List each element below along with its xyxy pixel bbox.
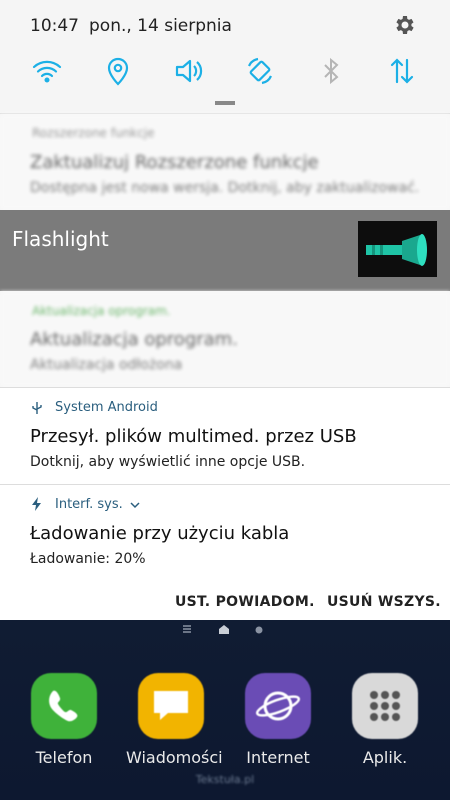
wifi-icon[interactable] xyxy=(30,54,64,88)
messages-app-label: Wiadomości xyxy=(126,748,223,767)
status-bar: 10:47 pon., 14 sierpnia xyxy=(0,0,450,50)
clock: 10:47 xyxy=(30,16,79,36)
phone-app-label: Telefon xyxy=(35,748,93,767)
notification-body: Dostępna jest nowa wersja. Dotknij, aby … xyxy=(30,180,420,196)
location-icon[interactable] xyxy=(101,54,135,88)
quick-settings-row xyxy=(0,48,450,94)
notification-title: Aktualizacja oprogram. xyxy=(30,329,238,350)
notification-actions: UST. POWIADOM. USUŃ WSZYS. xyxy=(0,582,450,620)
notification-title: Przesył. plików multimed. przez USB xyxy=(30,426,357,447)
notification-app-name: Aktualizacja oprogram. xyxy=(32,304,171,318)
flashlight-title: Flashlight xyxy=(12,227,109,251)
flashlight-notification[interactable]: Flashlight xyxy=(0,210,450,291)
notification-panel: 10:47 pon., 14 sierpnia Rozszerzone funk… xyxy=(0,0,450,620)
apps-drawer-icon[interactable] xyxy=(352,673,418,739)
blurred-notification[interactable]: Aktualizacja oprogram. Aktualizacja opro… xyxy=(0,291,450,387)
notification-app-name: Rozszerzone funkcje xyxy=(32,126,155,140)
notification-body: Aktualizacja odłożona xyxy=(30,357,183,373)
auto-rotate-icon[interactable] xyxy=(243,54,277,88)
notification-title: Zaktualizuj Rozszerzone funkcje xyxy=(30,152,319,173)
blurred-notification[interactable]: Rozszerzone funkcje Zaktualizuj Rozszerz… xyxy=(0,114,450,210)
messages-app-icon[interactable] xyxy=(138,673,204,739)
usb-icon xyxy=(32,402,42,414)
internet-app-label: Internet xyxy=(246,748,310,767)
notification-body: Ładowanie: 20% xyxy=(30,551,146,567)
clear-all-button[interactable]: USUŃ WSZYS. xyxy=(327,594,441,610)
phone-app-icon[interactable] xyxy=(31,673,97,739)
sound-icon[interactable] xyxy=(172,54,206,88)
flashlight-icon xyxy=(358,221,437,277)
bluetooth-icon[interactable] xyxy=(314,54,348,88)
chevron-down-icon[interactable] xyxy=(130,502,140,509)
internet-app-icon[interactable] xyxy=(245,673,311,739)
notification-body: Dotknij, aby wyświetlić inne opcje USB. xyxy=(30,454,306,470)
notification-settings-button[interactable]: UST. POWIADOM. xyxy=(175,594,315,610)
date: pon., 14 sierpnia xyxy=(89,16,232,36)
notification-charging[interactable]: Interf. sys. Ładowanie przy użyciu kabla… xyxy=(0,485,450,582)
page-indicator xyxy=(183,625,263,634)
notification-app-name: System Android xyxy=(55,400,158,415)
mobile-data-icon[interactable] xyxy=(385,54,419,88)
notification-usb[interactable]: System Android Przesył. plików multimed.… xyxy=(0,388,450,484)
notification-app-name: Interf. sys. xyxy=(55,497,123,512)
settings-gear-icon[interactable] xyxy=(392,13,416,37)
watermark: Tekstuła.pl xyxy=(195,773,255,786)
notification-title: Ładowanie przy użyciu kabla xyxy=(30,523,290,544)
panel-drag-handle[interactable] xyxy=(215,101,235,105)
lightning-icon xyxy=(32,497,41,511)
apps-label: Aplik. xyxy=(362,748,408,767)
